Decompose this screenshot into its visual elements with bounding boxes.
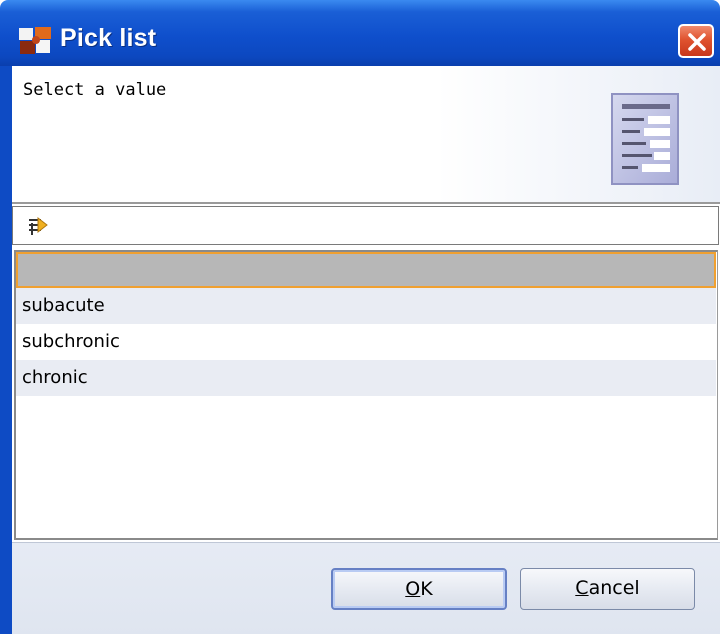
close-button[interactable]	[678, 24, 714, 58]
ok-button[interactable]: OK	[331, 568, 507, 610]
window-title: Pick list	[60, 24, 157, 52]
list-item-subacute[interactable]: subacute	[16, 288, 716, 324]
ok-label: K	[420, 578, 433, 600]
list-document-icon	[611, 93, 679, 185]
list-item-empty[interactable]	[16, 252, 716, 288]
header-separator	[12, 202, 720, 204]
value-list[interactable]: subacute subchronic chronic	[14, 250, 718, 540]
title-bar[interactable]: Pick list	[0, 0, 720, 66]
cancel-button[interactable]: Cancel	[520, 568, 695, 610]
app-logo-icon	[19, 27, 51, 54]
list-item-subchronic[interactable]: subchronic	[16, 324, 716, 360]
filter-icon[interactable]	[27, 215, 49, 237]
filter-bar	[12, 206, 719, 245]
cancel-label: ancel	[588, 577, 640, 599]
filter-input[interactable]	[57, 213, 701, 241]
close-icon	[688, 33, 706, 51]
ok-mnemonic: O	[405, 578, 421, 600]
dialog-header: Select a value	[12, 66, 720, 202]
list-item-chronic[interactable]: chronic	[16, 360, 716, 396]
dialog-content: Select a value subacute subchronic chron…	[12, 66, 720, 634]
instruction-text: Select a value	[23, 80, 167, 100]
window-frame-left	[0, 66, 12, 634]
pick-list-dialog: Pick list Select a value subacute subchr…	[0, 0, 720, 634]
cancel-mnemonic: C	[575, 577, 589, 599]
